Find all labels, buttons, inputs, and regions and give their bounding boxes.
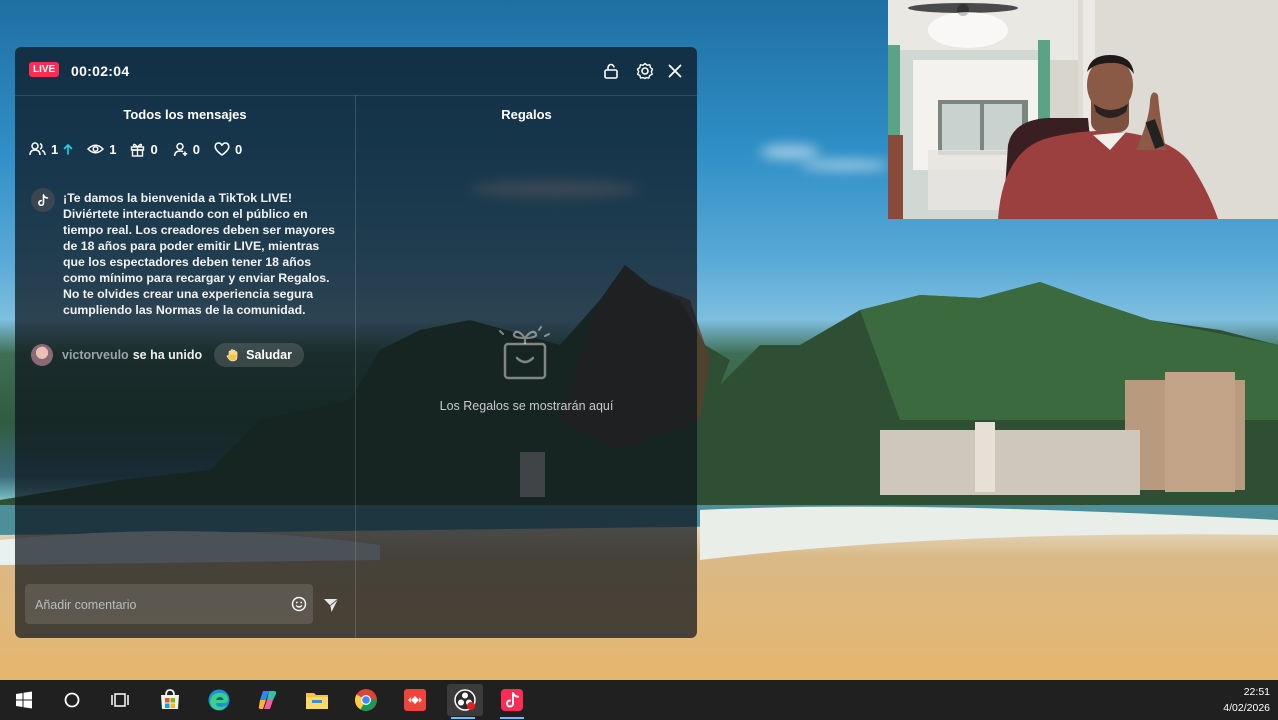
gifts-stat[interactable]: 0 — [130, 141, 158, 157]
anydesk-icon — [404, 689, 426, 711]
wave-hand-icon — [226, 349, 238, 362]
start-button[interactable] — [8, 684, 40, 716]
add-user-icon — [173, 142, 187, 156]
avatar[interactable] — [31, 344, 53, 366]
likes-stat[interactable]: 0 — [214, 142, 242, 157]
viewers-stat[interactable]: 1 — [29, 142, 73, 157]
welcome-text: ¡Te damos la bienvenida a TikTok LIVE! D… — [63, 191, 336, 317]
emoji-icon[interactable] — [291, 596, 307, 612]
views-count: 1 — [109, 141, 117, 157]
task-view-button[interactable] — [104, 684, 136, 716]
windows-taskbar: 22:51 4/02/2026 — [0, 680, 1278, 720]
copilot-icon — [258, 691, 277, 709]
user-joined-row: victorveulo se ha unido Saludar — [31, 343, 304, 367]
comment-box — [25, 584, 313, 626]
joined-username[interactable]: victorveulo — [62, 348, 129, 362]
users-icon — [29, 142, 46, 156]
gift-icon — [131, 143, 145, 157]
panel-header: LIVE 00:02:04 — [15, 47, 697, 96]
tiktok-icon — [501, 689, 523, 711]
tiktok-live-panel: LIVE 00:02:04 Todos los mensajes Regalos… — [15, 47, 697, 638]
system-clock[interactable]: 22:51 4/02/2026 — [1223, 684, 1270, 716]
task-view-icon — [111, 693, 129, 707]
store-icon — [161, 689, 179, 709]
arrow-up-icon — [63, 143, 73, 155]
folder-icon — [306, 693, 328, 709]
chrome-icon — [355, 689, 377, 711]
live-stats: 1 1 0 0 0 — [29, 139, 242, 159]
edge-icon — [208, 689, 230, 711]
likes-count: 0 — [234, 141, 243, 157]
column-divider — [355, 95, 356, 638]
views-stat[interactable]: 1 — [87, 142, 116, 157]
search-button[interactable] — [56, 684, 88, 716]
gift-placeholder-icon — [499, 326, 550, 380]
comment-input[interactable] — [33, 584, 287, 626]
eye-icon — [87, 144, 105, 154]
clock-date: 4/02/2026 — [1223, 702, 1270, 714]
taskbar-tiktok-live-studio[interactable] — [496, 684, 528, 719]
greet-button-label: Saludar — [246, 348, 292, 362]
taskbar-file-explorer[interactable] — [301, 684, 333, 716]
viewers-count: 1 — [51, 141, 59, 157]
joined-text: se ha unido — [132, 348, 203, 362]
greet-button[interactable]: Saludar — [214, 343, 304, 367]
heart-icon — [214, 142, 230, 156]
clock-time: 22:51 — [1243, 686, 1270, 698]
search-circle-icon — [64, 692, 80, 708]
gifts-column-title: Regalos — [501, 107, 552, 122]
obs-icon — [454, 689, 476, 711]
messages-column-title: Todos los mensajes — [123, 107, 247, 122]
tiktok-logo-icon — [31, 188, 55, 212]
taskbar-anydesk[interactable] — [399, 684, 431, 716]
unlock-icon[interactable] — [601, 61, 621, 81]
webcam-scene — [888, 0, 1278, 219]
close-icon[interactable] — [665, 61, 685, 81]
taskbar-edge[interactable] — [203, 684, 235, 716]
webcam-preview — [888, 0, 1278, 219]
settings-icon[interactable] — [635, 61, 655, 81]
taskbar-obs[interactable] — [447, 684, 483, 719]
live-timer: 00:02:04 — [71, 63, 130, 79]
followers-count: 0 — [192, 141, 200, 157]
taskbar-copilot[interactable] — [252, 684, 284, 716]
taskbar-chrome[interactable] — [350, 684, 382, 716]
live-badge: LIVE — [29, 62, 60, 77]
followers-stat[interactable]: 0 — [172, 142, 200, 157]
send-icon[interactable] — [322, 596, 340, 614]
windows-logo-icon — [16, 691, 32, 709]
taskbar-store[interactable] — [154, 684, 186, 716]
gifts-count: 0 — [150, 141, 158, 157]
gifts-empty-text: Los Regalos se mostrarán aquí — [439, 399, 614, 413]
